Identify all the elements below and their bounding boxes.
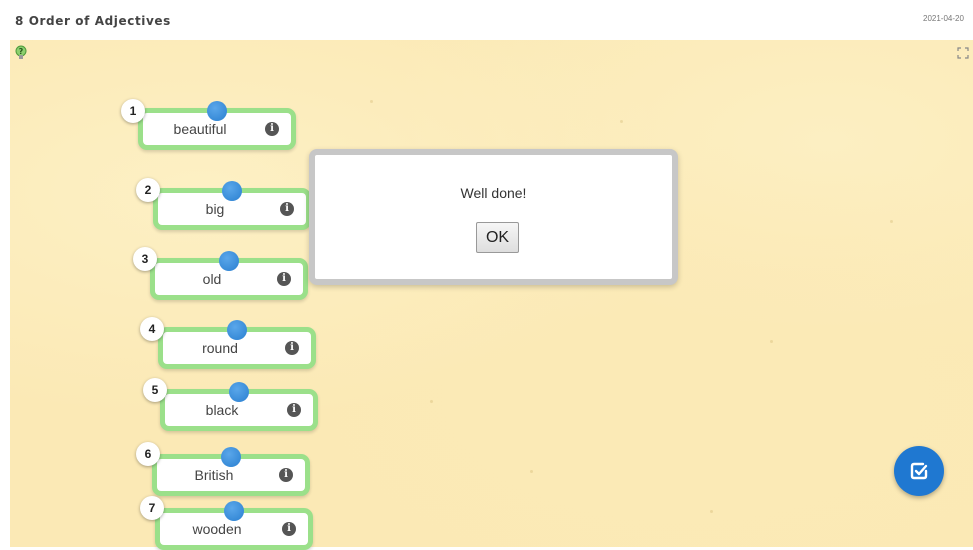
order-badge: 7 [140,496,164,520]
date-label: 2021-04-20 [923,14,964,23]
word-block[interactable]: black i [160,382,318,431]
info-icon[interactable]: i [280,202,294,216]
info-icon[interactable]: i [265,122,279,136]
word-label: beautiful [173,121,227,137]
ok-button[interactable]: OK [476,222,519,253]
order-badge: 6 [136,442,160,466]
check-button[interactable] [894,446,944,496]
svg-text:?: ? [19,47,24,56]
lightbulb-question-icon[interactable]: ? [13,45,29,61]
word-label: wooden [192,521,242,537]
word-label: round [202,340,238,356]
order-badge: 2 [136,178,160,202]
word-label: big [205,201,225,217]
info-icon[interactable]: i [282,522,296,536]
order-badge: 5 [143,378,167,402]
order-badge: 1 [121,99,145,123]
word-label: British [194,467,234,483]
word-block[interactable]: round i [158,320,316,369]
info-icon[interactable]: i [287,403,301,417]
word-block[interactable]: wooden i [155,501,313,550]
order-badge: 3 [133,247,157,271]
word-block[interactable]: beautiful i [138,101,296,150]
order-badge: 4 [140,317,164,341]
word-label: old [202,271,222,287]
word-block[interactable]: old i [150,251,308,300]
info-icon[interactable]: i [279,468,293,482]
success-dialog: Well done! OK [309,149,678,285]
word-label: black [205,402,239,418]
check-square-icon [910,462,928,480]
info-icon[interactable]: i [277,272,291,286]
page-title: 8 Order of Adjectives [15,14,171,28]
word-block[interactable]: British i [152,447,310,496]
info-icon[interactable]: i [285,341,299,355]
fullscreen-icon[interactable] [957,46,969,59]
word-block[interactable]: big i [153,181,311,230]
dialog-message: Well done! [460,185,527,201]
top-bar: 8 Order of Adjectives 2021-04-20 [0,0,973,40]
